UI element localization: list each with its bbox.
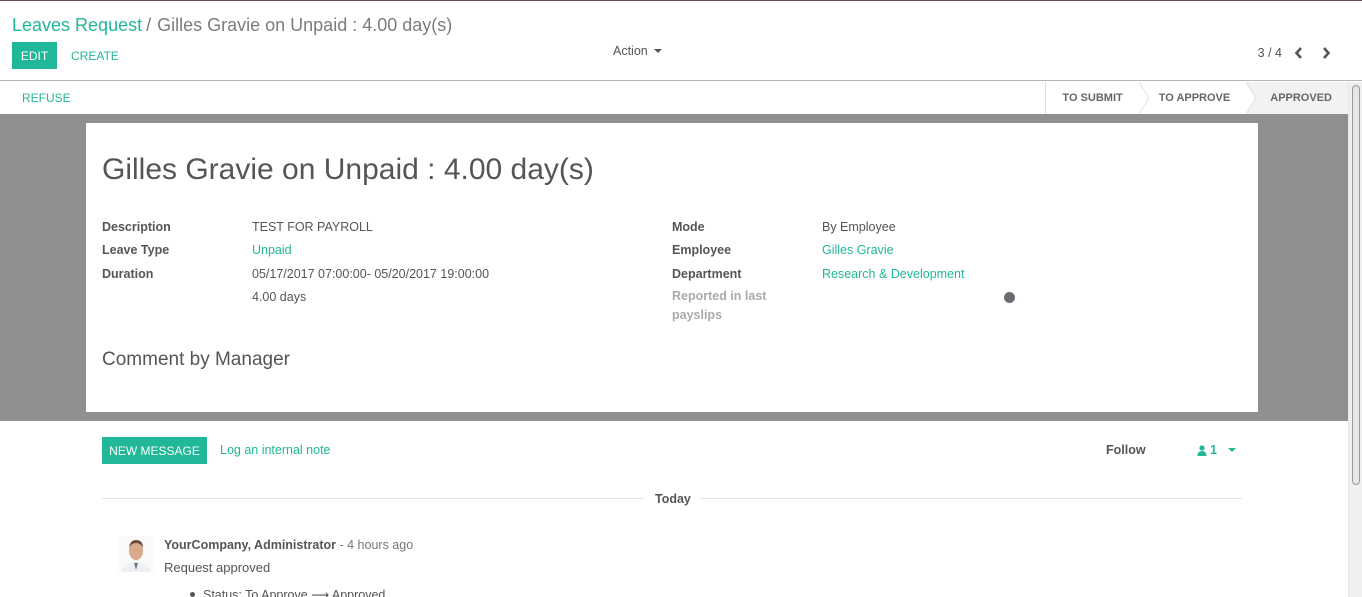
scrollbar-thumb[interactable] xyxy=(1352,85,1360,485)
breadcrumb: Leaves Request / Gilles Gravie on Unpaid :… xyxy=(12,15,452,36)
record-title: Gilles Gravie on Unpaid : 4.00 day(s) xyxy=(102,153,594,186)
caret-down-icon xyxy=(1227,448,1236,452)
tracking-value: Status: To Approve ⟶ Approved xyxy=(203,588,386,597)
pager-previous-button[interactable] xyxy=(1291,44,1307,62)
duration-dates-value: 05/17/2017 07:00:00- 05/20/2017 19:00:00 xyxy=(252,267,490,281)
create-button[interactable]: CREATE xyxy=(63,42,127,69)
message-header: YourCompany, Administrator - 4 hours ago xyxy=(164,538,413,552)
status-step-label: TO SUBMIT xyxy=(1062,92,1123,104)
date-separator-label: Today xyxy=(655,492,691,506)
description-label: Description xyxy=(102,220,171,234)
mode-value: By Employee xyxy=(822,220,896,234)
status-step-label: APPROVED xyxy=(1270,92,1332,104)
duration-label: Duration xyxy=(102,267,154,281)
action-dropdown-label: Action xyxy=(613,44,648,58)
status-step-approved[interactable]: APPROVED xyxy=(1246,82,1348,114)
action-dropdown[interactable]: Action xyxy=(613,44,662,58)
mode-label: Mode xyxy=(672,220,705,234)
leave-type-link[interactable]: Unpaid xyxy=(252,243,292,257)
message-author[interactable]: YourCompany, Administrator xyxy=(164,538,336,552)
pager-next-button[interactable] xyxy=(1318,44,1334,62)
statusbar: REFUSE TO SUBMIT TO APPROVE APPROVED xyxy=(0,82,1348,114)
form-sheet: Gilles Gravie on Unpaid : 4.00 day(s) De… xyxy=(86,123,1258,412)
duration-days-value: 4.00 days xyxy=(252,290,307,304)
new-message-button[interactable]: NEW MESSAGE xyxy=(102,437,207,464)
chevron-left-icon xyxy=(1294,47,1302,59)
followers-dropdown[interactable]: 1 xyxy=(1197,443,1236,457)
log-note-link[interactable]: Log an internal note xyxy=(220,443,331,457)
edit-button[interactable]: EDIT xyxy=(12,42,57,69)
status-step-to-submit[interactable]: TO SUBMIT xyxy=(1046,82,1149,114)
user-icon xyxy=(1197,444,1207,456)
date-separator-line xyxy=(102,498,644,499)
department-label: Department xyxy=(672,267,742,281)
message-body: Request approved xyxy=(164,560,271,575)
comment-section-title: Comment by Manager xyxy=(102,349,290,370)
breadcrumb-current: Gilles Gravie on Unpaid : 4.00 day(s) xyxy=(157,15,453,35)
breadcrumb-parent-link[interactable]: Leaves Request xyxy=(12,15,142,35)
follow-button[interactable]: Follow xyxy=(1106,443,1146,457)
pager-value[interactable]: 3 / 4 xyxy=(1258,46,1282,60)
followers-count: 1 xyxy=(1210,443,1217,457)
control-panel: Leaves Request / Gilles Gravie on Unpaid :… xyxy=(0,1,1362,81)
employee-link[interactable]: Gilles Gravie xyxy=(822,243,894,257)
vertical-scrollbar[interactable] xyxy=(1348,82,1362,597)
caret-down-icon xyxy=(653,49,662,53)
status-step-to-approve[interactable]: TO APPROVE xyxy=(1138,82,1257,114)
employee-label: Employee xyxy=(672,243,732,257)
status-step-label: TO APPROVE xyxy=(1158,92,1231,104)
step-arrow-icon xyxy=(1138,82,1149,114)
department-link[interactable]: Research & Development xyxy=(822,267,964,281)
avatar-image-icon xyxy=(118,536,154,572)
description-value: TEST FOR PAYROLL xyxy=(252,220,373,234)
step-arrow-icon xyxy=(1246,82,1257,114)
refuse-button[interactable]: REFUSE xyxy=(14,82,79,114)
date-separator-line xyxy=(700,498,1242,499)
author-avatar[interactable] xyxy=(118,536,154,572)
breadcrumb-separator: / xyxy=(146,15,152,35)
leave-type-label: Leave Type xyxy=(102,243,170,257)
chevron-right-icon xyxy=(1323,47,1331,59)
bullet-icon xyxy=(190,592,195,597)
reported-payslips-label: Reported in last payslips xyxy=(672,289,767,322)
reported-payslips-toggle[interactable] xyxy=(1004,292,1015,303)
message-date: - 4 hours ago xyxy=(336,538,414,552)
status-steps: TO SUBMIT TO APPROVE APPROVED xyxy=(1045,82,1348,114)
message-tracking: Status: To Approve ⟶ Approved xyxy=(190,587,385,597)
